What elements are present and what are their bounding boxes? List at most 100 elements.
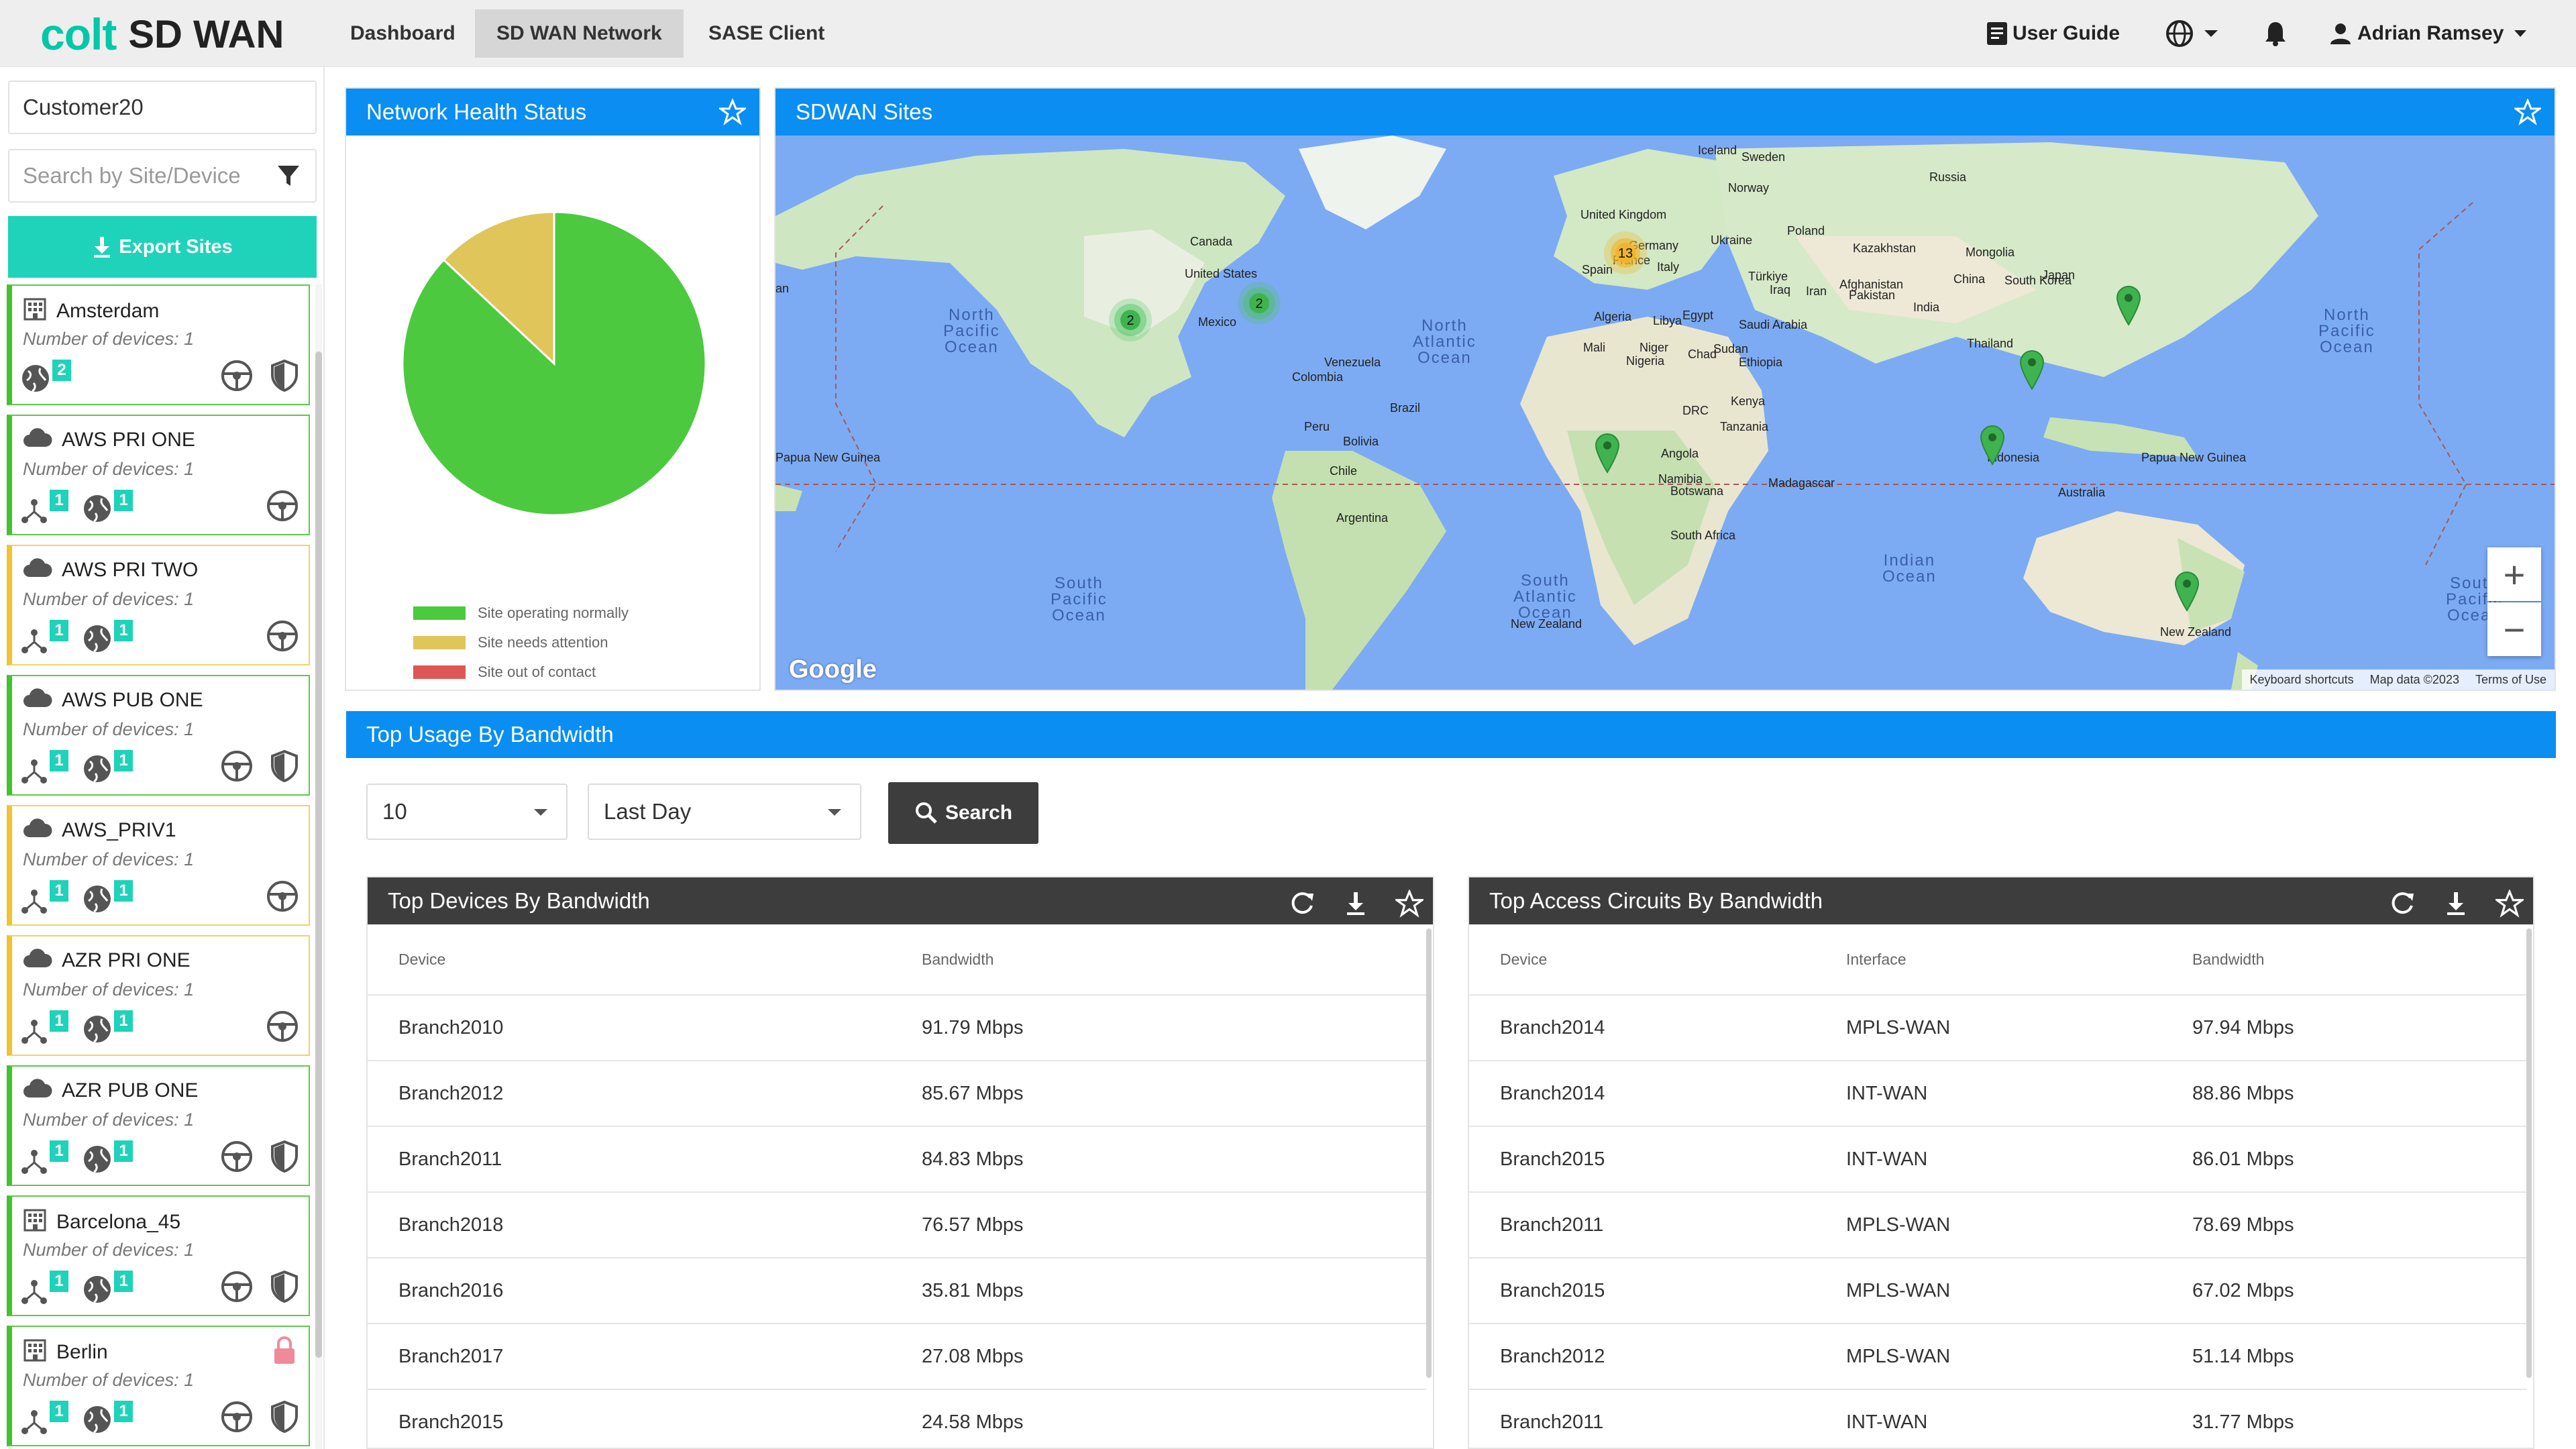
site-card[interactable]: Berlin Number of devices: 111 <box>7 1326 310 1446</box>
tab-sase-client[interactable]: SASE Client <box>687 9 846 58</box>
star-icon[interactable] <box>1393 887 1426 918</box>
star-icon[interactable] <box>719 99 746 125</box>
security-shield-icon[interactable] <box>270 1140 299 1177</box>
period-select[interactable]: Last Day <box>588 784 861 840</box>
table-scrollbar[interactable] <box>2526 928 2532 1378</box>
site-search-input[interactable] <box>9 150 271 201</box>
star-icon[interactable] <box>2514 99 2541 125</box>
site-pin-marker[interactable] <box>2174 572 2200 612</box>
table-cell: 84.83 Mbps <box>922 1148 1024 1170</box>
site-card[interactable]: AWS_PRIV1 Number of devices: 111 <box>7 805 310 926</box>
map-zoom-in-button[interactable]: + <box>2487 547 2541 601</box>
steering-wheel-icon[interactable] <box>266 1010 299 1046</box>
table-row[interactable]: Branch2011 MPLS-WAN 78.69 Mbps <box>1469 1193 2526 1258</box>
site-card[interactable]: Barcelona_45 Number of devices: 111 <box>7 1195 310 1316</box>
column-header[interactable]: Device <box>398 924 445 994</box>
site-card[interactable]: AZR PUB ONE Number of devices: 111 <box>7 1065 310 1186</box>
column-header[interactable]: Interface <box>1846 924 1907 994</box>
refresh-icon[interactable] <box>2388 887 2416 915</box>
legend-item[interactable]: Site out of contact <box>413 657 629 687</box>
customer-selector[interactable]: Customer20 <box>8 80 317 134</box>
security-shield-icon[interactable] <box>270 1270 299 1307</box>
table-scrollbar[interactable] <box>1426 928 1432 1378</box>
map-country-label: Iceland <box>1698 144 1737 157</box>
search-button[interactable]: Search <box>888 782 1038 844</box>
security-shield-icon[interactable] <box>270 359 299 396</box>
steering-wheel-icon[interactable] <box>220 1400 254 1437</box>
filter-icon[interactable] <box>276 164 301 188</box>
table-row[interactable]: Branch2011 84.83 Mbps <box>368 1127 1426 1193</box>
notifications-button[interactable] <box>2263 9 2288 58</box>
steering-wheel-icon[interactable] <box>220 359 254 396</box>
site-pin-marker[interactable] <box>1594 433 1621 474</box>
map-zoom-out-button[interactable]: − <box>2487 602 2541 656</box>
table-row[interactable]: Branch2011 INT-WAN 31.77 Mbps <box>1469 1390 2526 1448</box>
table-row[interactable]: Branch2017 27.08 Mbps <box>368 1324 1426 1390</box>
legend-item[interactable]: Site operating normally <box>413 598 629 628</box>
site-cluster-marker[interactable]: 2 <box>1236 280 1283 327</box>
world-map[interactable]: Iceland Sweden Norway Russia United Kingdom P… <box>775 136 2555 690</box>
site-card[interactable]: AWS PRI TWO Number of devices: 111 <box>7 545 310 665</box>
site-cluster-marker[interactable]: 2 <box>1107 297 1154 343</box>
download-icon[interactable] <box>2442 887 2470 915</box>
steering-wheel-icon[interactable] <box>220 1140 254 1177</box>
map-country-label: Canada <box>1190 235 1233 248</box>
site-card[interactable]: AZR PRI ONE Number of devices: 111 <box>7 935 310 1056</box>
keyboard-shortcuts-link[interactable]: Keyboard shortcuts <box>2242 669 2362 690</box>
table-row[interactable]: Branch2018 76.57 Mbps <box>368 1193 1426 1258</box>
steering-wheel-icon[interactable] <box>266 879 299 916</box>
user-menu[interactable]: Adrian Ramsey <box>2329 9 2528 58</box>
site-card[interactable]: AWS PUB ONE Number of devices: 111 <box>7 675 310 796</box>
column-header[interactable]: Device <box>1500 924 1547 994</box>
site-card[interactable]: AWS PRI ONE Number of devices: 111 <box>7 415 310 535</box>
table-row[interactable]: Branch2012 85.67 Mbps <box>368 1061 1426 1127</box>
table-row[interactable]: Branch2015 24.58 Mbps <box>368 1390 1426 1448</box>
site-pin-marker[interactable] <box>2019 350 2045 390</box>
column-header[interactable]: Bandwidth <box>922 924 994 994</box>
site-name: AWS_PRIV1 <box>62 819 176 841</box>
table-row[interactable]: Branch2015 MPLS-WAN 67.02 Mbps <box>1469 1258 2526 1324</box>
site-cluster-marker[interactable]: 13 <box>1602 229 1649 276</box>
map-country-label: Chile <box>1330 464 1358 478</box>
site-list: Amsterdam Number of devices: 1 2 AWS PRI ON… <box>7 284 310 1449</box>
map-country-label: Chad <box>1688 347 1717 361</box>
table-row[interactable]: Branch2010 91.79 Mbps <box>368 996 1426 1061</box>
map-country-label: Ethiopia <box>1739 356 1783 369</box>
globe-icon <box>2166 20 2193 47</box>
export-sites-button[interactable]: Export Sites <box>8 216 317 278</box>
steering-wheel-icon[interactable] <box>266 619 299 656</box>
count-select[interactable]: 10 <box>366 784 568 840</box>
site-pin-marker[interactable] <box>1979 425 2006 466</box>
steering-wheel-icon[interactable] <box>220 749 254 786</box>
colt-logo[interactable]: colt SD WAN <box>40 9 284 59</box>
top-navigation: colt SD WAN Dashboard SD WAN Network SAS… <box>0 0 2576 67</box>
site-card[interactable]: Amsterdam Number of devices: 1 2 <box>7 284 310 405</box>
tab-sd-wan-network[interactable]: SD WAN Network <box>475 9 684 58</box>
sidebar-scroll-thumb[interactable] <box>315 352 322 1358</box>
security-shield-icon[interactable] <box>270 1400 299 1437</box>
table-row[interactable]: Branch2015 INT-WAN 86.01 Mbps <box>1469 1127 2526 1193</box>
column-header[interactable]: Bandwidth <box>2192 924 2264 994</box>
refresh-icon[interactable] <box>1288 887 1316 915</box>
map-country-label: Pakistan <box>1849 288 1896 302</box>
table-row[interactable]: Branch2012 MPLS-WAN 51.14 Mbps <box>1469 1324 2526 1390</box>
map-country-label: Madagascar <box>1768 476 1835 490</box>
user-guide-link[interactable]: User Guide <box>1986 9 2120 58</box>
legend-item[interactable]: Site needs attention <box>413 628 629 657</box>
sidebar-scrollbar[interactable] <box>315 284 322 1449</box>
security-shield-icon[interactable] <box>270 749 299 786</box>
tab-dashboard[interactable]: Dashboard <box>329 9 477 58</box>
table-row[interactable]: Branch2014 INT-WAN 88.86 Mbps <box>1469 1061 2526 1127</box>
star-icon[interactable] <box>2493 887 2526 918</box>
terms-of-use-link[interactable]: Terms of Use <box>2467 669 2555 690</box>
site-pin-marker[interactable] <box>2115 286 2142 326</box>
steering-wheel-icon[interactable] <box>220 1270 254 1307</box>
steering-wheel-icon[interactable] <box>266 489 299 526</box>
table-cell: Branch2015 <box>1500 1148 1605 1170</box>
download-icon[interactable] <box>1342 887 1370 915</box>
site-search-box[interactable] <box>8 149 317 203</box>
table-row[interactable]: Branch2016 35.81 Mbps <box>368 1258 1426 1324</box>
table-row[interactable]: Branch2014 MPLS-WAN 97.94 Mbps <box>1469 996 2526 1061</box>
logo-product-text: SD WAN <box>128 12 284 56</box>
language-menu[interactable] <box>2165 9 2219 58</box>
